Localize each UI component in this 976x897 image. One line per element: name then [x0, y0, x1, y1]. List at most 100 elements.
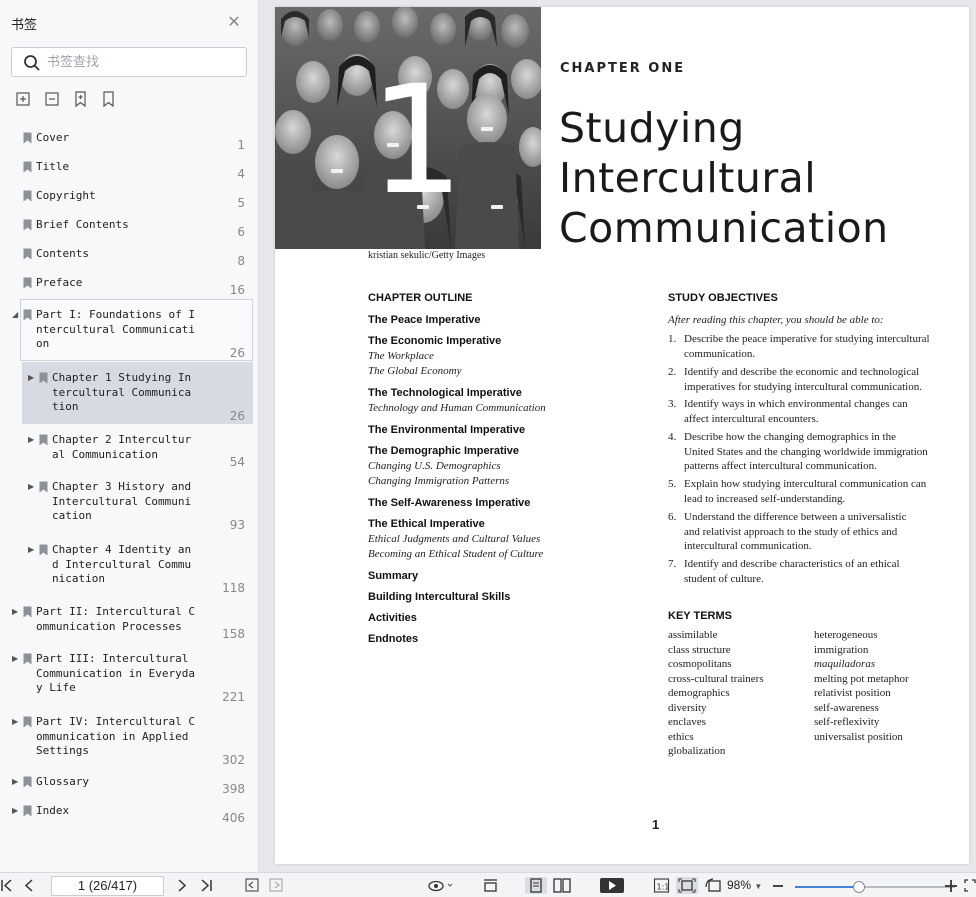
bookmark-flag-icon	[39, 481, 48, 493]
bookmark-page-number: 5	[237, 196, 245, 210]
bookmark-page-number: 118	[222, 581, 245, 595]
outline-item: The Self-Awareness Imperative	[368, 497, 531, 509]
chapter-label: CHAPTER ONE	[560, 61, 686, 76]
outline-subitem: Changing U.S. Demographics	[368, 460, 501, 472]
key-term: relativist position	[814, 687, 891, 699]
bookmark-flag-icon	[23, 161, 32, 173]
two-page-icon[interactable]	[552, 877, 572, 894]
bookmark-search-input[interactable]	[47, 52, 237, 72]
key-term: cross-cultural trainers	[668, 672, 764, 685]
bookmark-page-number: 26	[229, 409, 245, 423]
close-icon[interactable]: ✕	[226, 14, 242, 30]
bookmark-label: Copyright	[36, 189, 96, 202]
bookmark-page-number: 221	[222, 690, 245, 704]
expand-right-icon[interactable]: ▶	[12, 777, 20, 787]
search-icon	[24, 55, 40, 71]
prev-page-icon[interactable]	[23, 877, 35, 894]
outline-heading: CHAPTER OUTLINE	[368, 292, 473, 304]
expand-all-icon[interactable]	[15, 90, 33, 108]
objective-text: Describe the peace imperative for studyi…	[684, 333, 930, 360]
expand-right-icon[interactable]: ▶	[12, 717, 20, 727]
bookmark-icon[interactable]	[100, 90, 118, 108]
key-term: melting pot metaphor	[814, 672, 909, 685]
bookmark-label: Chapter 2 Intercultur al Communication	[52, 433, 192, 461]
chapter-title-line: Communication	[559, 204, 889, 252]
expand-right-icon[interactable]: ▶	[12, 607, 20, 617]
bookmark-label: Part I: Foundations of I ntercultural Co…	[36, 308, 195, 350]
forward-icon[interactable]	[268, 877, 284, 894]
bookmark-page-number: 4	[237, 167, 245, 181]
bookmark-page-number: 398	[222, 782, 245, 796]
zoom-level-value: 98%	[727, 878, 752, 892]
back-icon[interactable]	[244, 877, 260, 894]
fullscreen-icon[interactable]	[964, 877, 976, 894]
key-term: assimilable	[668, 629, 718, 641]
bookmark-flag-icon	[23, 606, 32, 618]
outline-item: The Demographic Imperative	[368, 445, 519, 457]
objective-number: 1.	[668, 333, 677, 345]
single-page-icon[interactable]	[525, 877, 547, 894]
outline-item: Endnotes	[368, 633, 419, 645]
bookmark-flag-icon	[23, 309, 32, 321]
bookmark-search-box[interactable]	[11, 47, 247, 77]
bookmark-label: Cover	[36, 131, 70, 144]
next-page-icon[interactable]	[176, 877, 188, 894]
fit-page-icon[interactable]	[676, 877, 698, 894]
page-number-input[interactable]: 1 (26/417)	[51, 876, 164, 896]
key-term: immigration	[814, 643, 869, 656]
bookmark-page-number: 26	[229, 346, 245, 360]
bookmark-flag-icon	[39, 544, 48, 556]
scrollbar[interactable]	[969, 0, 976, 872]
zoom-out-icon[interactable]	[772, 877, 784, 894]
bookmark-sidebar: 书签 ✕ Cover 1 Title 4 Copyright 5 Brief Content…	[0, 0, 259, 872]
bookmark-flag-icon	[23, 190, 32, 202]
key-term: globalization	[668, 745, 726, 757]
bookmark-flag-icon	[23, 776, 32, 788]
expand-right-icon[interactable]: ▶	[28, 435, 36, 445]
expand-down-icon[interactable]: ◢	[12, 310, 20, 320]
objective-number: 6.	[668, 511, 677, 523]
last-page-icon[interactable]	[199, 877, 213, 894]
bookmark-label: Preface	[36, 276, 83, 289]
objective-text: Identify and describe characteristics of…	[684, 558, 900, 585]
expand-right-icon[interactable]: ▶	[28, 482, 36, 492]
bookmark-flag-icon	[23, 277, 32, 289]
chapter-photo: 1	[275, 7, 541, 249]
play-slideshow-icon[interactable]	[599, 877, 625, 894]
fit-width-icon[interactable]	[482, 877, 499, 894]
bookmark-label: Chapter 1 Studying In tercultural Commun…	[52, 371, 192, 413]
objective-text: Explain how studying intercultural commu…	[684, 478, 927, 505]
add-bookmark-icon[interactable]	[72, 90, 90, 108]
zoom-slider-handle[interactable]	[853, 881, 865, 893]
expand-right-icon[interactable]: ▶	[28, 545, 36, 555]
first-page-icon[interactable]	[0, 877, 14, 894]
zoom-level-dropdown[interactable]: 98% ▼	[727, 878, 762, 892]
objective-number: 7.	[668, 558, 677, 570]
chapter-title-line: Studying	[559, 104, 745, 152]
bookmark-flag-icon	[39, 372, 48, 384]
expand-right-icon[interactable]: ▶	[28, 373, 36, 383]
zoom-in-icon[interactable]	[944, 877, 958, 894]
bookmark-label: Title	[36, 160, 70, 173]
bookmark-label: Contents	[36, 247, 89, 260]
bookmark-label: Part IV: Intercultural C ommunication in…	[36, 715, 195, 757]
bookmark-flag-icon	[23, 219, 32, 231]
bookmark-flag-icon	[23, 805, 32, 817]
eye-view-icon[interactable]	[427, 877, 455, 894]
objective-text: Identify ways in which environmental cha…	[684, 398, 908, 425]
bookmark-label: Chapter 3 History and Intercultural Comm…	[52, 480, 192, 522]
key-term: demographics	[668, 687, 730, 699]
pdf-page: 1 kristian sekulic/Getty Images CHAPTER …	[275, 7, 969, 864]
collapse-all-icon[interactable]	[44, 90, 62, 108]
actual-size-icon[interactable]: 1:1	[653, 877, 670, 894]
expand-right-icon[interactable]: ▶	[12, 806, 20, 816]
outline-item: Activities	[368, 612, 417, 624]
expand-right-icon[interactable]: ▶	[12, 654, 20, 664]
rotate-icon[interactable]	[704, 877, 722, 894]
page-number: 1	[652, 817, 660, 832]
objectives-intro: After reading this chapter, you should b…	[668, 314, 884, 326]
key-term: cosmopolitans	[668, 658, 732, 670]
key-term: class structure	[668, 643, 731, 656]
bookmark-page-number: 54	[229, 455, 245, 469]
outline-subitem: Becoming an Ethical Student of Culture	[368, 548, 544, 560]
